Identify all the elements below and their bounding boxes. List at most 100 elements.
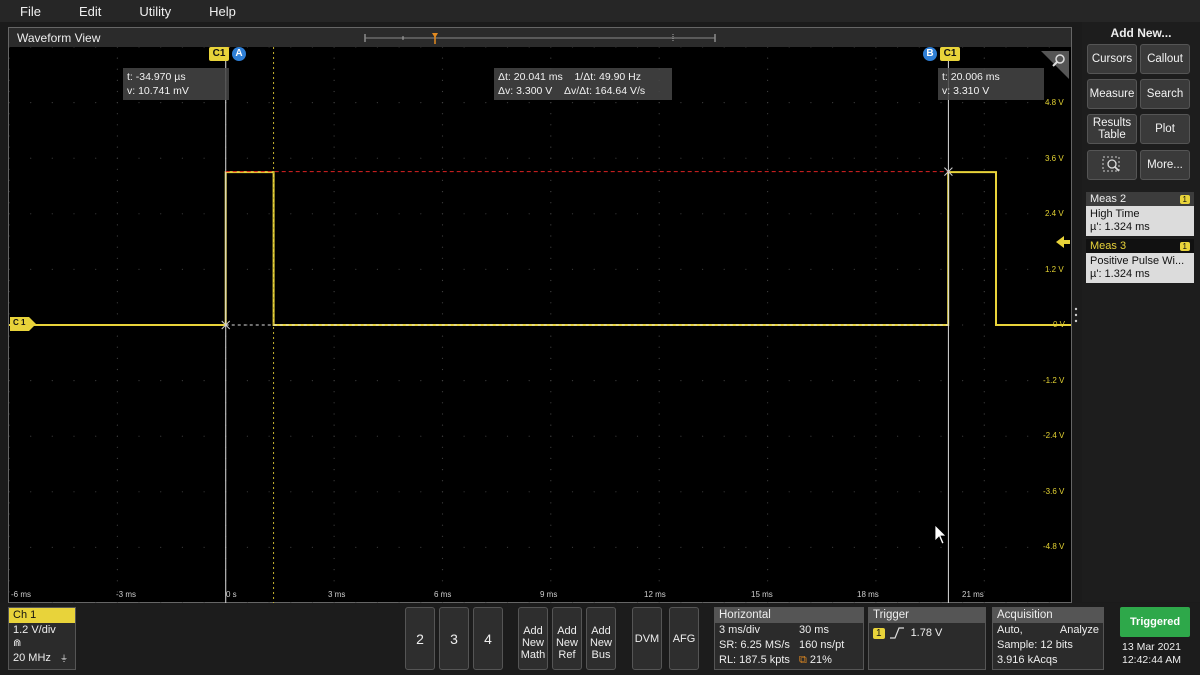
- grid-dot: [636, 268, 639, 270]
- grid-dot: [116, 179, 118, 181]
- ch1-offset-marker[interactable]: C 1: [10, 317, 36, 331]
- grid-dot: [420, 435, 422, 437]
- grid-dot: [116, 335, 118, 337]
- grid-dot: [268, 47, 270, 48]
- grid-dot: [767, 246, 769, 248]
- grid-dot: [875, 391, 877, 393]
- grid-dot: [441, 580, 444, 582]
- grid-dot: [1005, 491, 1007, 493]
- grid-dot: [246, 324, 248, 326]
- grid-dot: [116, 491, 118, 493]
- trigger-badge[interactable]: Trigger 1 1.78 V: [868, 607, 986, 670]
- grid-dot: [636, 546, 639, 548]
- grid-dot: [680, 157, 682, 159]
- grid-dot: [658, 402, 660, 404]
- afg-button[interactable]: AFG: [669, 607, 699, 670]
- grid-dot: [983, 380, 985, 382]
- zoom-select-button[interactable]: [1087, 150, 1137, 180]
- grid-dot: [550, 380, 552, 382]
- zoom-icon[interactable]: [1041, 51, 1069, 79]
- grid-dot: [658, 257, 660, 259]
- grid-dot: [767, 191, 769, 193]
- grid-dot: [203, 380, 205, 382]
- ch3-button[interactable]: 3: [439, 607, 469, 670]
- grid-dot: [767, 135, 769, 137]
- grid-dot: [398, 157, 400, 159]
- cursor-a-badge[interactable]: A: [232, 47, 246, 61]
- grid-dot: [246, 157, 248, 159]
- horizontal-badge[interactable]: Horizontal 3 ms/div 30 ms SR: 6.25 MS/s 16…: [714, 607, 864, 670]
- grid-dot: [1027, 435, 1029, 437]
- grid-dot: [9, 179, 10, 181]
- grid-dot: [788, 213, 790, 215]
- acq-count: 3.916 kAcqs: [997, 654, 1058, 666]
- acquisition-badge[interactable]: Acquisition Auto, Analyze Sample: 12 bits…: [992, 607, 1104, 670]
- grid-dot: [311, 268, 313, 270]
- grid-dot: [875, 235, 877, 237]
- meas3-badge[interactable]: Meas 3 1 Positive Pulse Wi... µ': 1.324 …: [1086, 239, 1194, 283]
- grid-dot: [9, 513, 10, 515]
- menu-utility[interactable]: Utility: [119, 4, 171, 19]
- ch4-button[interactable]: 4: [473, 607, 503, 670]
- grid-dot: [1005, 213, 1007, 215]
- grid-dot: [571, 435, 574, 437]
- grid-dot: [181, 435, 183, 437]
- grid-dot: [875, 291, 877, 293]
- meas2-badge[interactable]: Meas 2 1 High Time µ': 1.324 ms: [1086, 192, 1194, 236]
- measure-button[interactable]: Measure: [1087, 79, 1137, 109]
- cursors-button[interactable]: Cursors: [1087, 44, 1137, 74]
- grid-dot: [30, 157, 32, 159]
- add-math-button[interactable]: Add New Math: [518, 607, 548, 670]
- grid-dot: [463, 47, 465, 48]
- ch1-badge[interactable]: Ch 1 1.2 V/div ⋒ 20 MHz ⏚: [8, 607, 76, 670]
- grid-dot: [1005, 47, 1007, 48]
- menu-help[interactable]: Help: [189, 4, 236, 19]
- grid-dot: [51, 380, 53, 382]
- callout-button[interactable]: Callout: [1140, 44, 1190, 74]
- grid-dot: [506, 546, 509, 548]
- grid-dot: [95, 546, 97, 548]
- grid-dot: [636, 213, 639, 215]
- waveform-plot[interactable]: [9, 47, 1071, 603]
- grid-dot: [680, 546, 682, 548]
- dvm-button[interactable]: DVM: [632, 607, 662, 670]
- grid-dot: [9, 380, 10, 382]
- panel-resize-handle[interactable]: [1073, 306, 1079, 324]
- grid-dot: [246, 47, 248, 48]
- add-bus-button[interactable]: Add New Bus: [586, 607, 616, 670]
- trigger-status-button[interactable]: Triggered: [1120, 607, 1190, 637]
- grid-dot: [658, 569, 660, 571]
- grid-dot: [246, 268, 248, 270]
- menu-file[interactable]: File: [0, 4, 41, 19]
- grid-dot: [485, 435, 487, 437]
- results-table-button[interactable]: Results Table: [1087, 114, 1137, 144]
- grid-dot: [116, 79, 118, 81]
- grid-dot: [550, 357, 552, 359]
- grid-dot: [636, 491, 639, 493]
- record-overview-bar[interactable]: [363, 32, 717, 44]
- cursor-b-badge[interactable]: B: [923, 47, 937, 61]
- grid-dot: [9, 535, 10, 537]
- trigger-level-marker[interactable]: [1056, 236, 1070, 248]
- more-button[interactable]: More...: [1140, 150, 1190, 180]
- grid-dot: [918, 268, 920, 270]
- grid-dot: [333, 491, 335, 493]
- grid-dot: [636, 435, 639, 437]
- grid-dot: [767, 346, 769, 348]
- grid-dot: [767, 546, 769, 548]
- grid-dot: [290, 47, 292, 48]
- grid-dot: [658, 368, 660, 371]
- grid-dot: [116, 424, 118, 426]
- grid-dot: [355, 268, 357, 270]
- grid-dot: [983, 224, 985, 226]
- grid-dot: [311, 157, 313, 159]
- grid-dot: [528, 157, 530, 159]
- plot-button[interactable]: Plot: [1140, 114, 1190, 144]
- waveform-view: Waveform View C1 A B C1 t: -34.970 µs v:…: [8, 27, 1072, 603]
- grid-dot: [333, 90, 335, 93]
- search-button[interactable]: Search: [1140, 79, 1190, 109]
- ch2-button[interactable]: 2: [405, 607, 435, 670]
- grid-dot: [897, 47, 899, 48]
- add-ref-button[interactable]: Add New Ref: [552, 607, 582, 670]
- menu-edit[interactable]: Edit: [59, 4, 101, 19]
